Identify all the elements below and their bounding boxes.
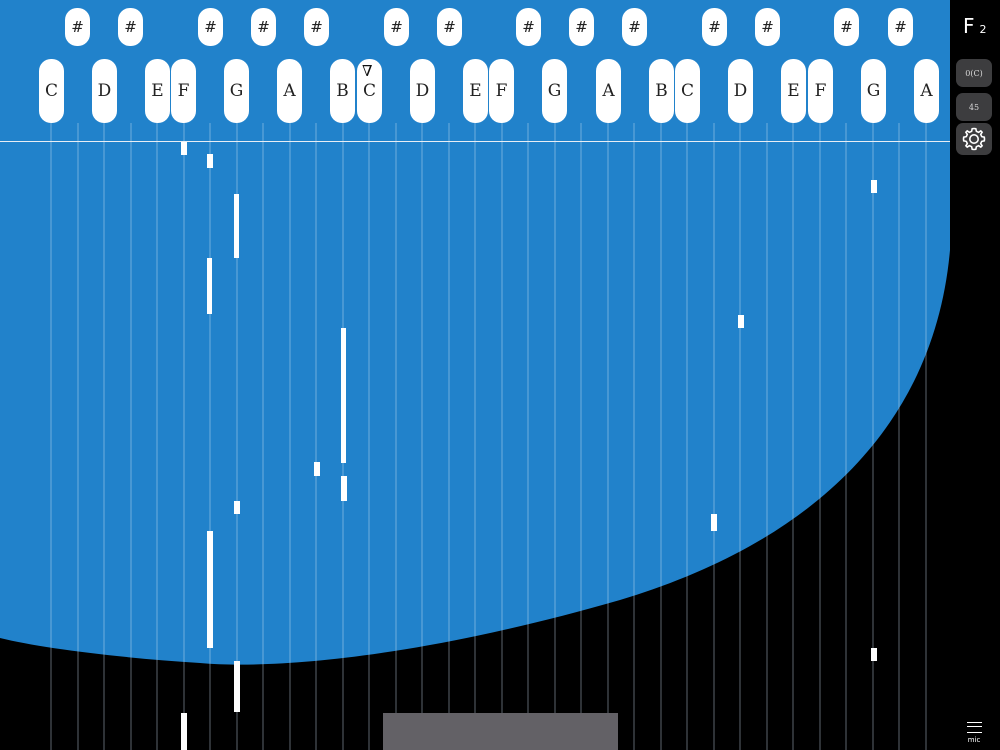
key-sharp[interactable]: # [251,8,276,46]
pitch-segment [871,180,877,193]
pitch-segment [871,648,877,661]
mic-label: mic [967,736,981,744]
key-a[interactable]: A [914,59,939,123]
reference-marker-icon: ∇ [362,62,373,80]
key-e[interactable]: E [463,59,488,123]
key-c[interactable]: C [675,59,700,123]
key-sharp[interactable]: # [516,8,541,46]
key-f[interactable]: F [171,59,196,123]
key-e[interactable]: E [781,59,806,123]
key-a[interactable]: A [277,59,302,123]
key-sharp[interactable]: # [384,8,409,46]
key-sharp[interactable]: # [888,8,913,46]
key-g[interactable]: G [542,59,567,123]
key-subscript: 2 [979,23,987,36]
pitch-segment [207,258,212,314]
pitch-segment [738,315,744,328]
key-g[interactable]: G [861,59,886,123]
pitch-segment [207,154,213,168]
pitch-segment [711,514,717,531]
pitch-segment [234,661,240,712]
key-f[interactable]: F [489,59,514,123]
current-key-label: F2 [963,14,987,38]
keyboard-divider [0,141,950,142]
key-sharp[interactable]: # [622,8,647,46]
key-b[interactable]: B [649,59,674,123]
key-sharp[interactable]: # [569,8,594,46]
note-roll-area: C D E F G A B C D E F G A B C D E F G A … [0,0,950,750]
mic-icon [966,722,982,733]
pitch-segment [207,531,213,648]
pitch-segment [234,501,240,514]
key-a[interactable]: A [596,59,621,123]
key-sharp[interactable]: # [702,8,727,46]
tempo-button[interactable]: 45 [956,93,992,121]
key-letter: F [963,14,975,38]
pitch-segment [341,328,346,463]
key-e[interactable]: E [145,59,170,123]
key-sharp[interactable]: # [304,8,329,46]
mic-button[interactable]: mic [962,722,986,746]
key-d[interactable]: D [728,59,753,123]
key-g[interactable]: G [224,59,249,123]
gear-icon [962,127,986,151]
key-sharp[interactable]: # [118,8,143,46]
key-b[interactable]: B [330,59,355,123]
key-sharp[interactable]: # [437,8,462,46]
pitch-segment [341,476,347,501]
key-sharp[interactable]: # [198,8,223,46]
pitch-segment [181,141,187,155]
key-sharp[interactable]: # [65,8,90,46]
bottom-panel[interactable] [383,713,618,750]
key-f[interactable]: F [808,59,833,123]
key-sharp[interactable]: # [834,8,859,46]
pitch-segment [234,194,239,258]
settings-button[interactable] [956,123,992,155]
key-d[interactable]: D [410,59,435,123]
pitch-segment [314,462,320,476]
key-sharp[interactable]: # [755,8,780,46]
key-d[interactable]: D [92,59,117,123]
pitch-segment [181,713,187,750]
pitch-button[interactable]: 0(C) [956,59,992,87]
key-c[interactable]: C [39,59,64,123]
